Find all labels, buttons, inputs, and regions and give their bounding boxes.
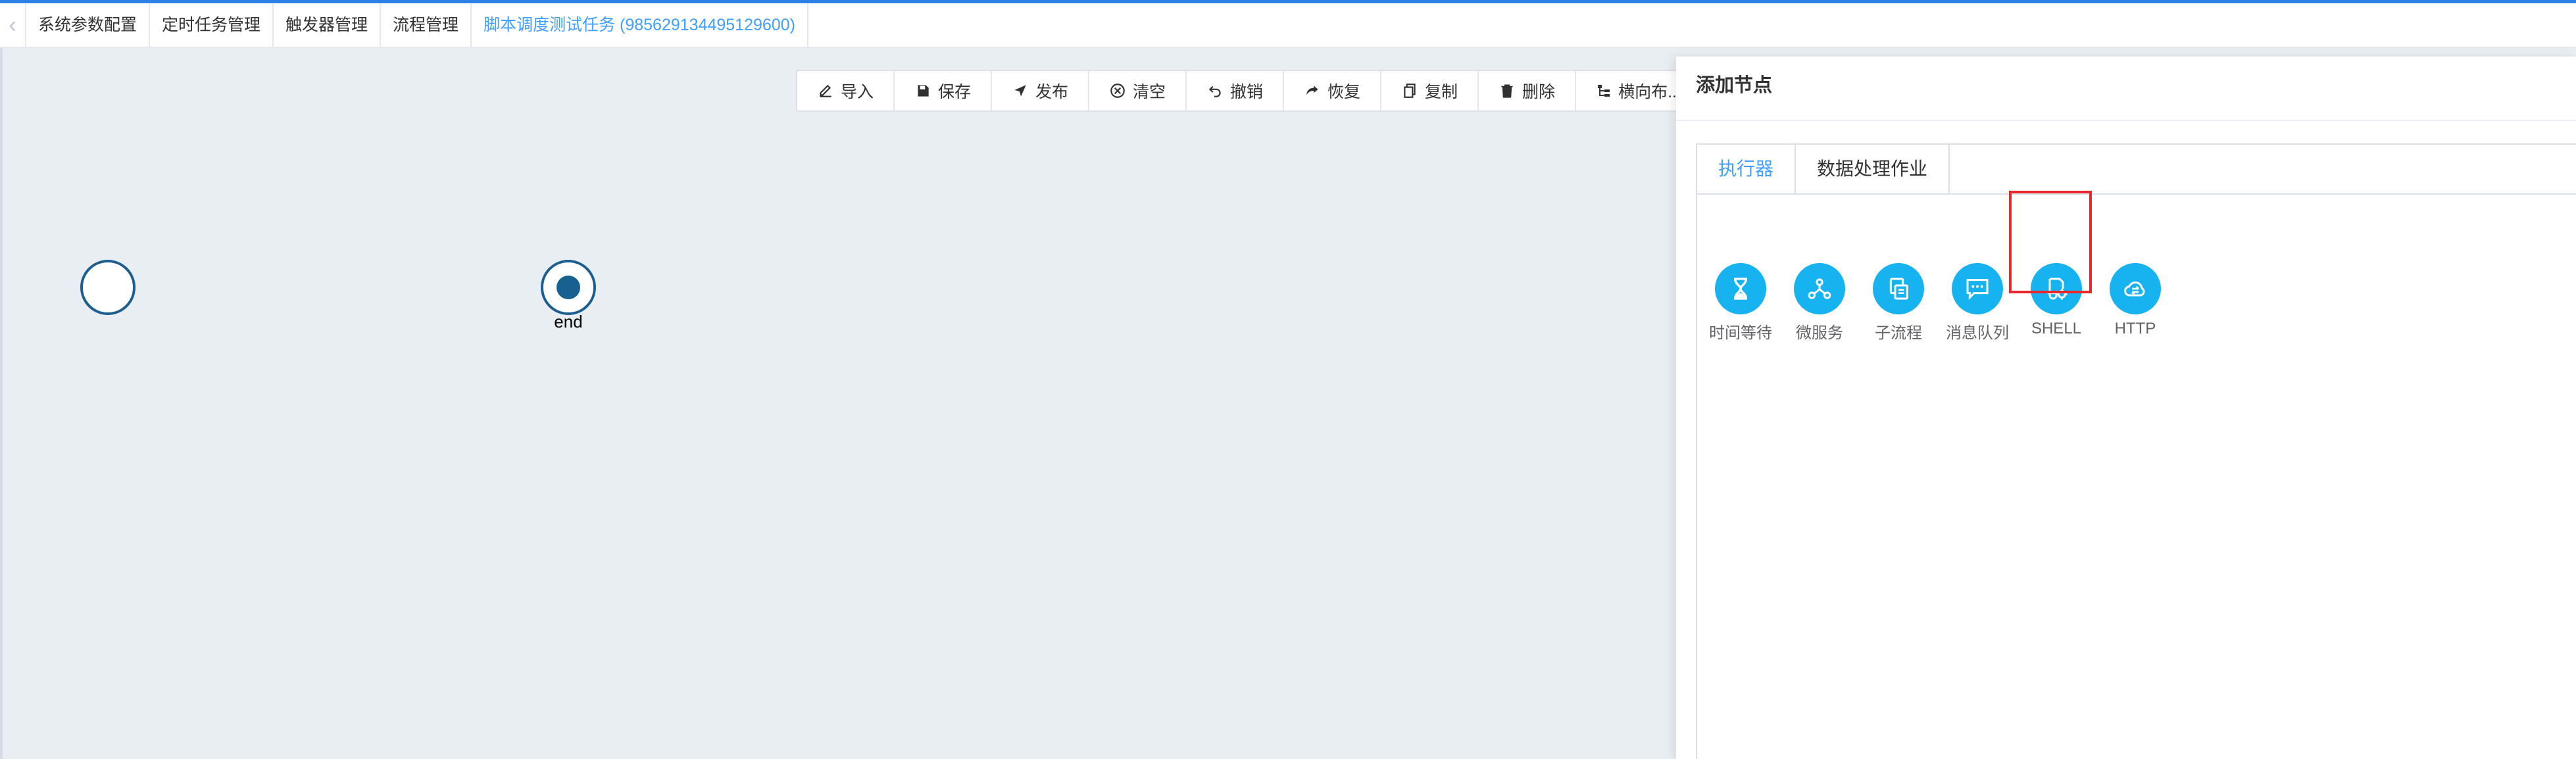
node-microservice-circle	[1794, 263, 1845, 314]
panel-divider	[1676, 120, 2576, 121]
end-node[interactable]	[541, 260, 596, 315]
panel-body: 时间等待 微服务 子流程 消息队列 SHELL HTTP	[1696, 195, 2576, 759]
tab-system-params[interactable]: 系统参数配置	[26, 3, 151, 47]
tab-process-management[interactable]: 流程管理	[381, 3, 472, 47]
node-message-queue-label: 消息队列	[1946, 324, 2009, 342]
save-button[interactable]: 保存	[895, 71, 992, 110]
clear-label: 清空	[1132, 83, 1166, 101]
node-message-queue-circle	[1952, 263, 2003, 314]
clear-button[interactable]: 清空	[1089, 71, 1187, 110]
publish-button[interactable]: 发布	[992, 71, 1089, 110]
delete-button[interactable]: 删除	[1479, 71, 1576, 110]
import-label: 导入	[840, 83, 874, 101]
tab-data-processing[interactable]: 数据处理作业	[1796, 145, 1950, 193]
copy-icon	[1404, 84, 1416, 98]
flow-canvas[interactable]	[0, 48, 1676, 759]
hourglass-icon	[1734, 278, 1747, 300]
microservice-icon	[1808, 278, 1831, 299]
tab-scheduled-tasks[interactable]: 定时任务管理	[150, 3, 274, 47]
node-subprocess[interactable]: 子流程	[1859, 263, 1938, 343]
tab-script-task[interactable]: 脚本调度测试任务 (985629134495129600)	[472, 3, 808, 47]
subprocess-icon	[1889, 278, 1908, 300]
panel-tab-bar: 执行器 数据处理作业	[1696, 143, 2576, 195]
delete-label: 删除	[1522, 83, 1555, 101]
node-subprocess-circle	[1873, 263, 1924, 314]
node-http[interactable]: HTTP	[2096, 263, 2175, 338]
clear-circle-icon	[1110, 84, 1125, 98]
tab-trigger-management[interactable]: 触发器管理	[274, 3, 382, 47]
edit-icon	[820, 84, 831, 97]
save-icon	[918, 85, 929, 97]
tab-list: 系统参数配置 定时任务管理 触发器管理 流程管理 脚本调度测试任务 (98562…	[26, 3, 808, 47]
publish-label: 发布	[1035, 83, 1068, 101]
layout-tree-icon	[1598, 84, 1610, 97]
horizontal-layout-button[interactable]: 横向布...	[1576, 71, 1681, 110]
undo-label: 撤销	[1229, 83, 1263, 101]
save-label: 保存	[937, 83, 971, 101]
add-node-panel: 添加节点 执行器 数据处理作业 时间等待 微服务 子流程 消息队列 SHELL …	[1676, 57, 2576, 759]
start-node[interactable]	[80, 260, 136, 315]
flow-toolbar: 导入 保存 发布 清空 撤销 恢复 复制 删除 横向布...	[796, 70, 1683, 112]
node-microservice[interactable]: 微服务	[1780, 263, 1859, 343]
horizontal-layout-label: 横向布...	[1618, 83, 1681, 101]
node-time-wait-label: 时间等待	[1709, 324, 1772, 342]
undo-icon	[1208, 86, 1221, 97]
end-node-dot	[557, 276, 580, 299]
node-message-queue[interactable]: 消息队列	[1938, 263, 2017, 343]
redo-icon	[1306, 86, 1318, 95]
node-subprocess-label: 子流程	[1875, 324, 1922, 342]
undo-button[interactable]: 撤销	[1187, 71, 1284, 110]
trash-icon	[1501, 84, 1513, 98]
node-http-circle	[2110, 263, 2161, 314]
copy-button[interactable]: 复制	[1381, 71, 1479, 110]
end-node-label: end	[554, 312, 583, 331]
tab-scroll-left-icon[interactable]: ‹	[0, 3, 26, 47]
import-button[interactable]: 导入	[797, 71, 895, 110]
panel-title: 添加节点	[1696, 75, 1773, 96]
left-edge-strip	[0, 48, 3, 759]
redo-label: 恢复	[1327, 83, 1360, 101]
shell-highlight-box	[2009, 191, 2092, 293]
tab-bar: ‹ 系统参数配置 定时任务管理 触发器管理 流程管理 脚本调度测试任务 (985…	[0, 3, 2576, 48]
node-time-wait-circle	[1715, 263, 1766, 314]
redo-button[interactable]: 恢复	[1284, 71, 1381, 110]
http-icon	[2124, 282, 2145, 297]
node-shell-label: SHELL	[2031, 320, 2082, 337]
copy-label: 复制	[1424, 83, 1458, 101]
tab-executor[interactable]: 执行器	[1697, 145, 1796, 193]
node-http-label: HTTP	[2114, 320, 2156, 337]
send-icon	[1014, 85, 1026, 97]
node-time-wait[interactable]: 时间等待	[1701, 263, 1780, 343]
message-queue-icon	[1966, 279, 1989, 300]
node-microservice-label: 微服务	[1796, 324, 1843, 342]
